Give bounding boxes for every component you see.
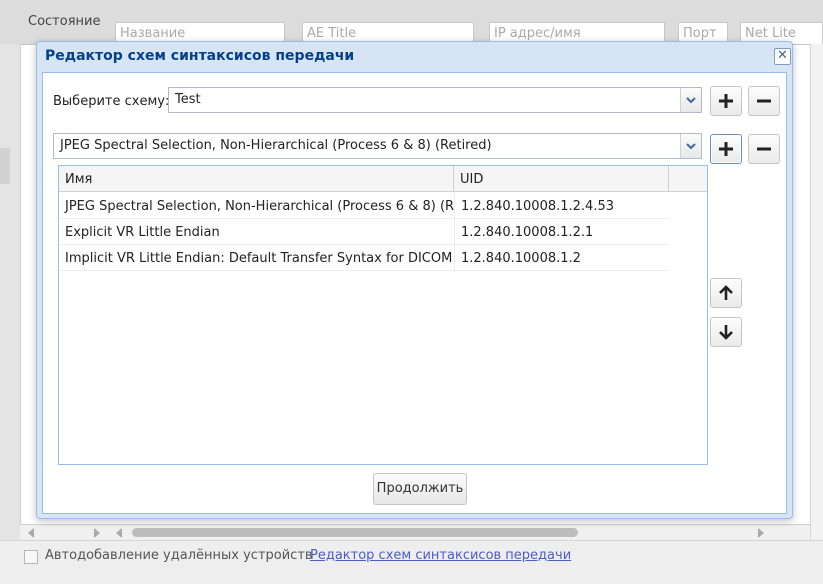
dialog-body: Выберите схему: Test JPEG Spectral Selec… [42,72,787,514]
row-uid-cell: 1.2.840.10008.1.2.1 [461,225,594,240]
chevron-down-icon [686,96,696,103]
transfer-syntax-select[interactable]: JPEG Spectral Selection, Non-Hierarchica… [53,133,702,159]
syntax-editor-link[interactable]: Редактор схем синтаксисов передачи [310,548,571,563]
minus-icon [757,147,771,151]
autoadd-checkbox[interactable] [24,550,38,564]
scroll-left-icon[interactable] [28,528,34,538]
add-syntax-button[interactable] [710,134,742,164]
scheme-select-value: Test [175,92,201,107]
background-left-strip [0,44,21,564]
column-header-status[interactable]: Состояние [28,14,100,29]
syntax-table: Имя UID JPEG Spectral Selection, Non-Hie… [58,165,708,465]
close-icon: ✕ [777,48,788,63]
transfer-syntax-select-value: JPEG Spectral Selection, Non-Hierarchica… [60,138,492,153]
table-row[interactable]: Implicit VR Little Endian: Default Trans… [59,245,669,271]
minus-icon [757,99,771,103]
add-scheme-button[interactable] [710,86,742,116]
plus-icon [719,94,733,108]
scheme-select[interactable]: Test [168,87,702,113]
dialog-title: Редактор схем синтаксисов передачи [45,48,355,64]
column-header-uid[interactable]: UID [454,166,669,192]
autoadd-checkbox-label: Автодобавление удалённых устройств [45,548,313,563]
scrollbar-thumb[interactable] [132,528,578,537]
table-row[interactable]: JPEG Spectral Selection, Non-Hierarchica… [59,193,669,219]
table-row[interactable]: Explicit VR Little Endian 1.2.840.10008.… [59,219,669,245]
transfer-syntax-select-trigger[interactable] [680,134,701,158]
background-row-marker [0,148,10,184]
column-header-name[interactable]: Имя [59,166,454,192]
background-right-edge [810,44,823,544]
close-button[interactable]: ✕ [774,48,791,65]
syntax-scheme-editor-dialog: Редактор схем синтаксисов передачи ✕ Выб… [36,41,793,519]
arrow-down-icon [719,325,733,340]
row-uid-cell: 1.2.840.10008.1.2.4.53 [461,199,614,214]
row-name-cell: Implicit VR Little Endian: Default Trans… [65,251,453,266]
scheme-label: Выберите схему: [53,94,170,109]
row-uid-cell: 1.2.840.10008.1.2 [461,251,581,266]
row-name-cell: JPEG Spectral Selection, Non-Hierarchica… [65,199,454,214]
scheme-select-trigger[interactable] [680,88,701,112]
scroll-right-icon[interactable] [758,528,764,538]
remove-syntax-button[interactable] [748,134,780,164]
move-up-button[interactable] [710,278,742,308]
continue-button[interactable]: Продолжить [373,473,467,505]
table-header: Имя UID [59,166,707,192]
scroll-left-icon[interactable] [116,528,122,538]
arrow-up-icon [719,285,733,300]
plus-icon [719,142,733,156]
row-name-cell: Explicit VR Little Endian [65,225,220,240]
remove-scheme-button[interactable] [748,86,780,116]
chevron-down-icon [686,142,696,149]
move-down-button[interactable] [710,317,742,347]
scroll-right-icon[interactable] [94,528,100,538]
